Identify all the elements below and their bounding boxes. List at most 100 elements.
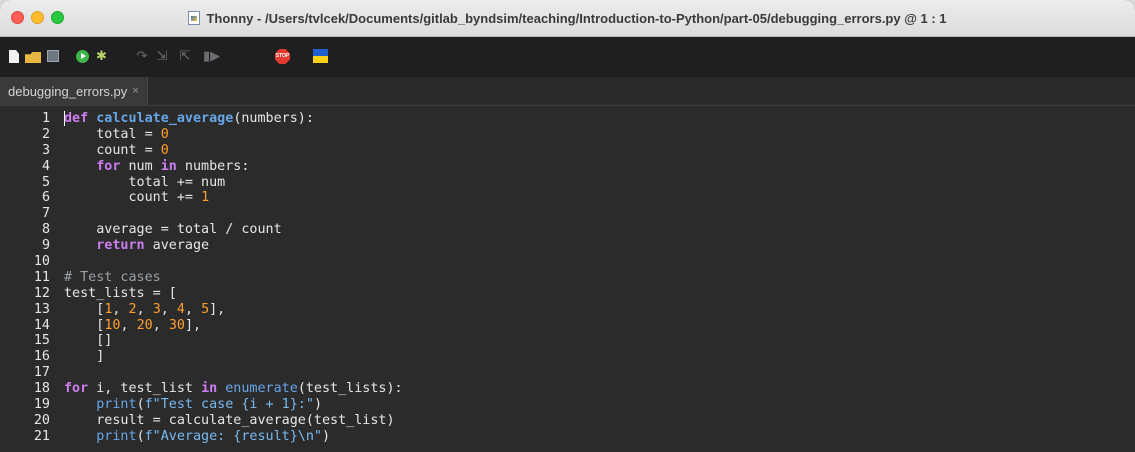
code-token: ],	[184, 317, 202, 333]
ukraine-flag-icon[interactable]	[313, 49, 328, 63]
line-number: 12	[33, 285, 50, 301]
code-line[interactable]: 17	[0, 365, 1135, 381]
line-number: 19	[33, 397, 50, 413]
code-text: average = total / count	[64, 222, 282, 238]
code-token: 3	[152, 301, 161, 317]
code-token: in	[160, 158, 177, 174]
code-token: count =	[64, 142, 161, 158]
code-text: count += 1	[64, 190, 209, 206]
open-file-icon[interactable]	[25, 52, 41, 63]
code-line[interactable]: 5 total += num	[0, 175, 1135, 191]
line-number: 6	[41, 190, 50, 206]
code-token: (numbers):	[233, 111, 314, 126]
code-token: print	[96, 397, 137, 413]
code-token: 2	[128, 301, 137, 317]
code-token: ],	[209, 301, 226, 317]
line-number: 1	[41, 111, 50, 126]
step-out-icon[interactable]: ⇱	[178, 49, 192, 63]
code-lines: 1 def calculate_average(numbers): 2 total …	[0, 111, 1135, 445]
code-editor[interactable]: 1 def calculate_average(numbers): 2 total …	[0, 106, 1135, 452]
code-token: []	[64, 333, 113, 349]
code-line[interactable]: 2 total = 0	[0, 127, 1135, 143]
step-into-icon[interactable]: ⇲	[155, 49, 169, 63]
code-token: f"Test case {i + 1}:"	[144, 397, 314, 413]
thonny-window: Thonny - /Users/tvlcek/Documents/gitlab_…	[0, 0, 1135, 452]
code-token: 20	[136, 317, 153, 333]
code-token: result = calculate_average(test_list)	[64, 412, 395, 428]
code-token: test_lists = [	[64, 285, 177, 301]
line-number: 7	[41, 206, 50, 222]
code-line[interactable]: 20 result = calculate_average(test_list)	[0, 413, 1135, 429]
resume-icon[interactable]: ▮▶	[203, 49, 220, 63]
line-number: 16	[33, 349, 50, 365]
code-token: average	[144, 238, 210, 254]
code-line[interactable]: 16 ]	[0, 349, 1135, 365]
code-line[interactable]: 15 []	[0, 333, 1135, 349]
code-line[interactable]: 9 return average	[0, 238, 1135, 254]
line-number: 4	[41, 158, 50, 174]
title-bar: Thonny - /Users/tvlcek/Documents/gitlab_…	[0, 0, 1135, 37]
save-icon[interactable]	[47, 50, 59, 62]
code-text: for num in numbers:	[64, 159, 249, 175]
code-token: ,	[112, 301, 129, 317]
code-line[interactable]: 14 [10, 20, 30],	[0, 318, 1135, 334]
window-title: Thonny - /Users/tvlcek/Documents/gitlab_…	[206, 10, 947, 26]
line-number: 20	[33, 412, 50, 428]
code-token: ,	[184, 301, 202, 317]
code-token: 0	[160, 142, 169, 158]
code-line[interactable]: 19 print(f"Test case {i + 1}:")	[0, 397, 1135, 413]
code-line[interactable]: 12 test_lists = [	[0, 286, 1135, 302]
stop-icon[interactable]: STOP	[275, 49, 290, 64]
tab-label: debugging_errors.py	[8, 83, 128, 99]
code-text: ]	[64, 349, 104, 365]
code-token: total =	[64, 126, 161, 142]
code-line[interactable]: 21 print(f"Average: {result}\n")	[0, 429, 1135, 445]
debug-icon[interactable]: ✱	[95, 49, 108, 63]
step-over-icon[interactable]: ↷	[135, 49, 149, 63]
code-token: count +=	[64, 190, 202, 206]
code-text: return average	[64, 238, 209, 254]
code-token: def	[64, 111, 89, 126]
code-token: 4	[176, 301, 185, 317]
code-line[interactable]: 4 for num in numbers:	[0, 159, 1135, 175]
code-line[interactable]: 8 average = total / count	[0, 222, 1135, 238]
code-line[interactable]: 3 count = 0	[0, 143, 1135, 159]
code-token: )	[322, 428, 331, 444]
code-token: (	[136, 397, 145, 413]
code-token: numbers:	[176, 158, 250, 174]
line-number: 5	[41, 174, 50, 190]
code-token: [	[64, 317, 105, 333]
code-token: 10	[104, 317, 121, 333]
code-token: 0	[160, 126, 169, 142]
code-text: [10, 20, 30],	[64, 318, 201, 334]
code-line[interactable]: 11 # Test cases	[0, 270, 1135, 286]
code-line[interactable]: 13 [1, 2, 3, 4, 5],	[0, 302, 1135, 318]
line-number: 18	[33, 381, 50, 397]
code-token: 1	[201, 190, 210, 206]
code-token: ,	[136, 301, 153, 317]
tab-debugging-errors[interactable]: debugging_errors.py ×	[0, 77, 148, 105]
code-line[interactable]: 7	[0, 206, 1135, 222]
code-token: total += num	[64, 174, 226, 190]
code-token: average = total / count	[64, 222, 282, 238]
code-token: [	[64, 301, 105, 317]
line-number: 3	[41, 142, 50, 158]
code-text: [1, 2, 3, 4, 5],	[64, 302, 225, 318]
code-token: ,	[120, 317, 137, 333]
line-number: 10	[33, 254, 50, 270]
code-line[interactable]: 18 for i, test_list in enumerate(test_lis…	[0, 381, 1135, 397]
code-token: 30	[168, 317, 185, 333]
code-text: test_lists = [	[64, 286, 177, 302]
tab-close-icon[interactable]: ×	[132, 85, 138, 97]
code-line[interactable]: 10	[0, 254, 1135, 270]
code-token: )	[313, 397, 322, 413]
run-icon[interactable]	[76, 50, 89, 63]
code-token: enumerate	[225, 381, 298, 397]
new-file-icon[interactable]	[9, 50, 19, 63]
code-line[interactable]: 6 count += 1	[0, 190, 1135, 206]
code-line[interactable]: 1 def calculate_average(numbers):	[0, 111, 1135, 127]
code-token: ,	[160, 301, 177, 317]
line-number: 11	[33, 269, 50, 285]
